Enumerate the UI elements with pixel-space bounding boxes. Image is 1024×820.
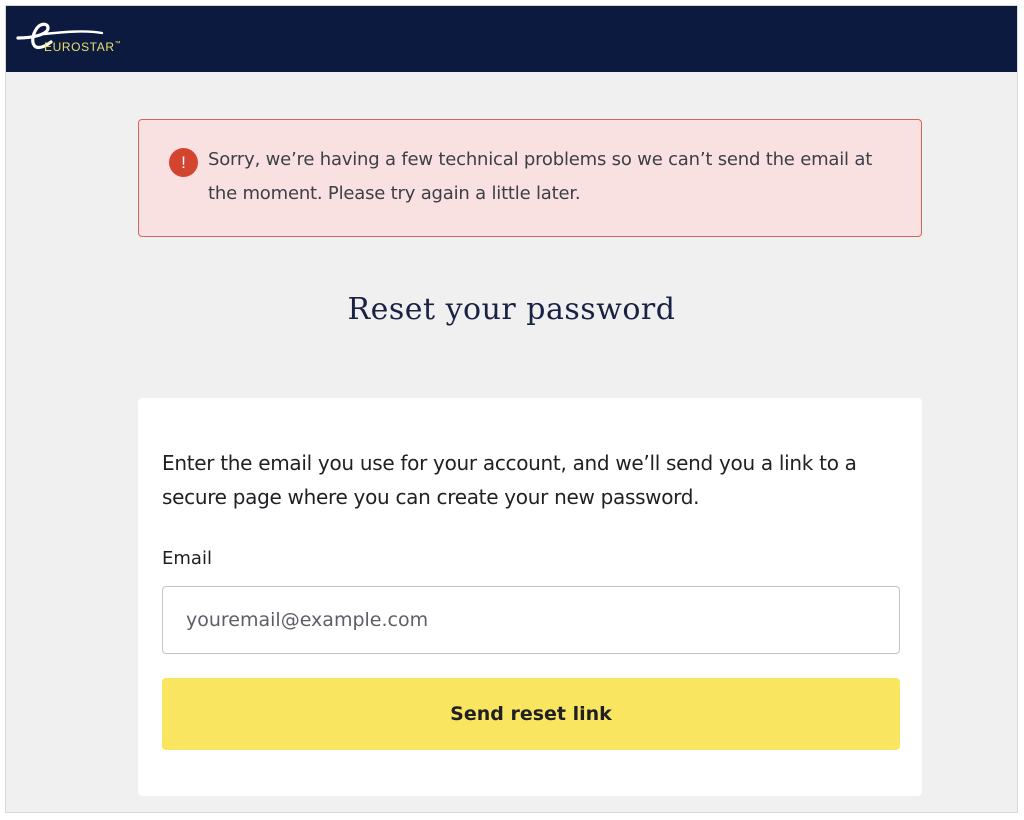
eurostar-logo[interactable]: EUROSTAR™ bbox=[14, 16, 154, 62]
reset-password-card: Enter the email you use for your account… bbox=[138, 398, 922, 796]
error-message: Sorry, we’re having a few technical prob… bbox=[208, 149, 873, 204]
page-title: Reset your password bbox=[347, 292, 676, 327]
top-navigation-bar: EUROSTAR™ bbox=[6, 6, 1017, 72]
email-field[interactable] bbox=[162, 586, 900, 654]
logo-wordmark: EUROSTAR™ bbox=[44, 40, 122, 54]
instructions-text: Enter the email you use for your account… bbox=[162, 451, 857, 509]
exclamation-circle-icon: ! bbox=[169, 148, 198, 177]
email-label: Email bbox=[162, 548, 212, 569]
page-frame: EUROSTAR™ ! Sorry, we’re having a few te… bbox=[5, 5, 1018, 813]
send-reset-link-button[interactable]: Send reset link bbox=[162, 678, 900, 750]
error-alert: ! Sorry, we’re having a few technical pr… bbox=[138, 119, 922, 237]
